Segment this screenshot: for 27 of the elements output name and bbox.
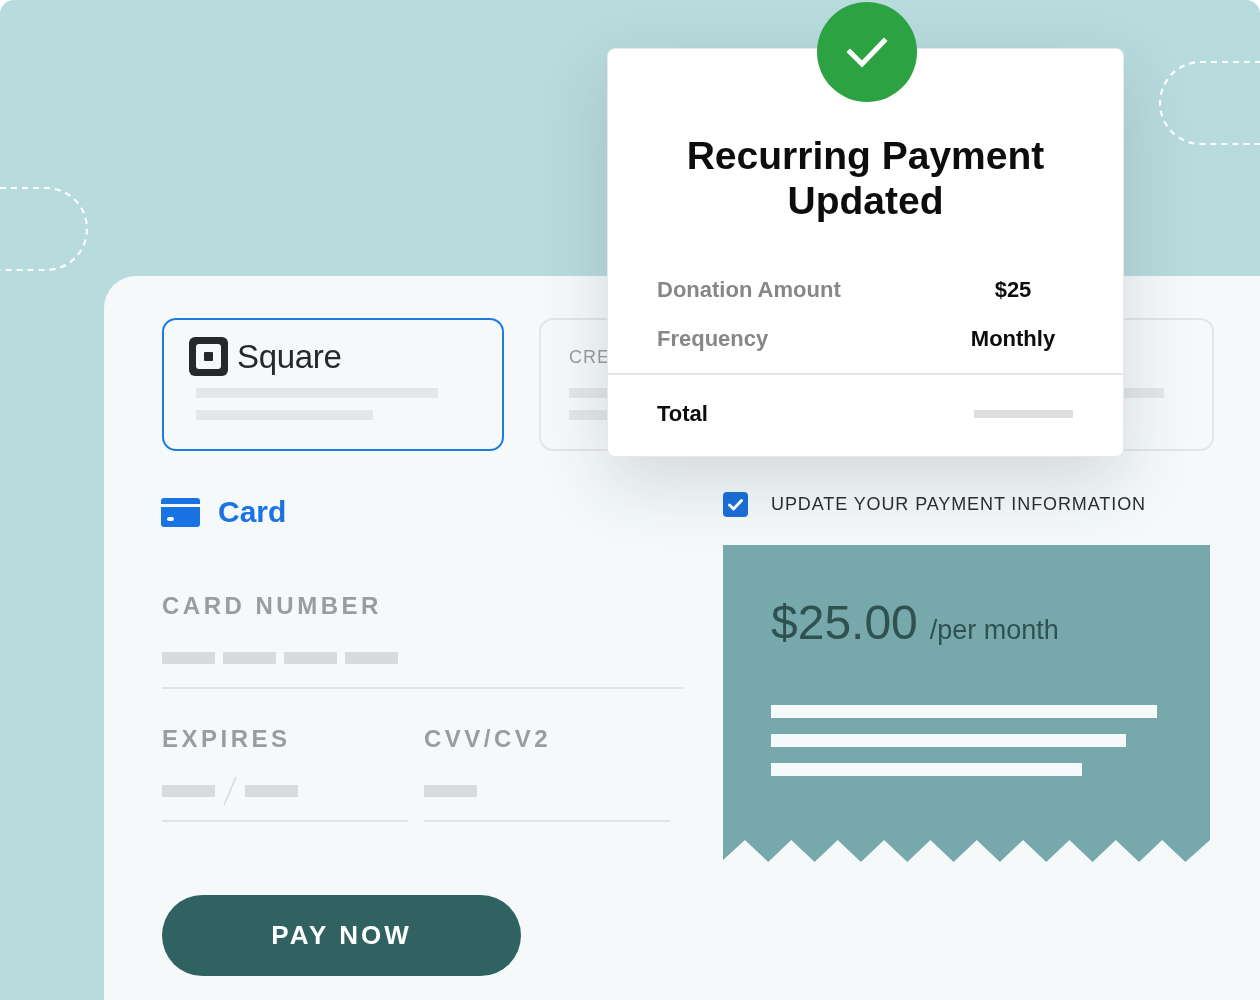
summary-label: Frequency <box>657 325 769 352</box>
total-label: Total <box>657 401 708 427</box>
logo-icon <box>189 337 228 376</box>
pay-now-button[interactable]: PAY NOW <box>162 895 521 976</box>
summary-value: $25 <box>994 276 1032 303</box>
expiry-field[interactable] <box>162 774 408 822</box>
billing-period: /per month <box>929 615 1059 646</box>
checkbox[interactable] <box>723 492 748 517</box>
placeholder-bar <box>223 652 276 664</box>
summary-value: Monthly <box>970 325 1056 352</box>
checkbox-label: UPDATE YOUR PAYMENT INFORMATION <box>771 494 1146 515</box>
payment-option-card[interactable]: Square <box>162 318 504 451</box>
slash-icon <box>222 776 238 806</box>
placeholder-bar <box>245 785 298 797</box>
summary-label: Donation Amount <box>657 276 841 303</box>
placeholder-bar <box>284 652 337 664</box>
placeholder-bar <box>345 652 398 664</box>
receipt-amount: $25.00 <box>771 595 918 651</box>
credit-card-icon <box>161 497 200 527</box>
field-label: CARD NUMBER <box>162 592 382 620</box>
placeholder-bar <box>162 652 215 664</box>
field-label: CVV/CV2 <box>424 725 552 753</box>
payment-method-title: Card <box>218 497 287 527</box>
placeholder-bar <box>162 785 215 797</box>
placeholder-bar <box>424 785 477 797</box>
field-label: EXPIRES <box>162 725 291 753</box>
dialog-title: Recurring Payment Updated <box>685 133 1046 223</box>
